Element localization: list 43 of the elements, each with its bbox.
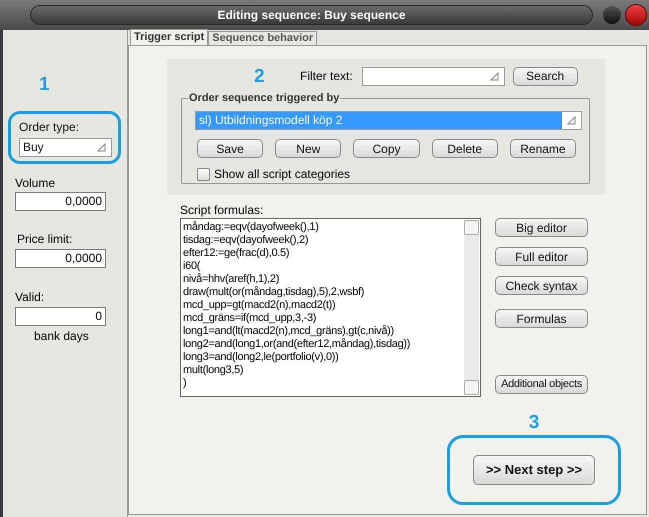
unit-label: bank days <box>34 329 90 343</box>
tab[interactable]: Sequence behavior <box>208 31 318 45</box>
editor-button[interactable]: Formulas <box>495 309 588 328</box>
editor-button[interactable]: Additional objects <box>495 375 588 394</box>
window-title: Editing sequence: Buy sequence <box>30 5 593 25</box>
next-step-button[interactable]: >> Next step >> <box>473 455 595 485</box>
price-limit-label: Price limit: <box>17 232 74 246</box>
combo-value: Buy <box>22 139 45 156</box>
order-type-label: Order type: <box>19 120 80 134</box>
scrollbar[interactable] <box>464 220 479 395</box>
valid-label: Valid: <box>15 290 46 304</box>
checkbox-label: Show all script categories <box>214 166 350 183</box>
dropdown-icon <box>567 116 576 125</box>
filter-label: Filter text: <box>300 68 353 85</box>
script-text: måndag:=eqv(dayofweek(),1) tisdag:=eqv(dayofweek(),2) efter12:=ge(frac(d),0.5) i60( nivå=hhv(aref(h,1),2) draw(mult(or(måndag,tisdag),5),2,wsbf) mcd_upp=gt(macd2(n),macd2(t)) mcd_gräns=if(mcd_upp,3,-3) long1=and(lt(macd2(n),mcd_gräns),gt(c,nivå)) long2=and(long1,or(and(efter12,måndag),tisdag)) long3=and(long2,le(portfolio(v),0)) mult(long3,5) ) <box>182 220 412 391</box>
editor-button[interactable]: Check syntax <box>495 276 588 295</box>
combo-value: sl) Utbildningsmodell köp 2 <box>196 112 562 129</box>
checkbox[interactable] <box>197 168 210 180</box>
filter-field[interactable] <box>362 66 505 86</box>
annotation-number: 2 <box>254 66 266 86</box>
group-title: Order sequence triggered by <box>188 91 340 105</box>
close-button[interactable] <box>625 4 647 26</box>
action-button[interactable]: Copy <box>353 139 420 158</box>
tab[interactable]: Trigger script <box>130 29 208 45</box>
action-button[interactable]: New <box>275 139 342 158</box>
script-editor[interactable] <box>180 218 481 397</box>
annotation-number: 1 <box>39 75 51 94</box>
order-type-dropdown[interactable]: Buy <box>19 138 112 157</box>
action-button[interactable]: Rename <box>510 139 576 158</box>
action-button[interactable]: Save <box>197 139 264 158</box>
minimize-button[interactable] <box>603 6 621 24</box>
dropdown-icon <box>490 72 499 80</box>
action-button[interactable]: Delete <box>432 139 498 158</box>
dropdown-icon <box>97 143 106 152</box>
price-limit-field[interactable]: 0,0000 <box>15 249 106 268</box>
volume-field[interactable]: 0,0000 <box>15 192 106 211</box>
script-label: Script formulas: <box>180 203 264 217</box>
search-button[interactable]: Search <box>512 66 578 86</box>
annotation-number: 3 <box>528 413 540 432</box>
valid-field[interactable]: 0 <box>15 307 106 326</box>
volume-label: Volume <box>15 176 56 190</box>
editor-button[interactable]: Big editor <box>495 218 588 237</box>
editor-button[interactable]: Full editor <box>495 247 588 266</box>
